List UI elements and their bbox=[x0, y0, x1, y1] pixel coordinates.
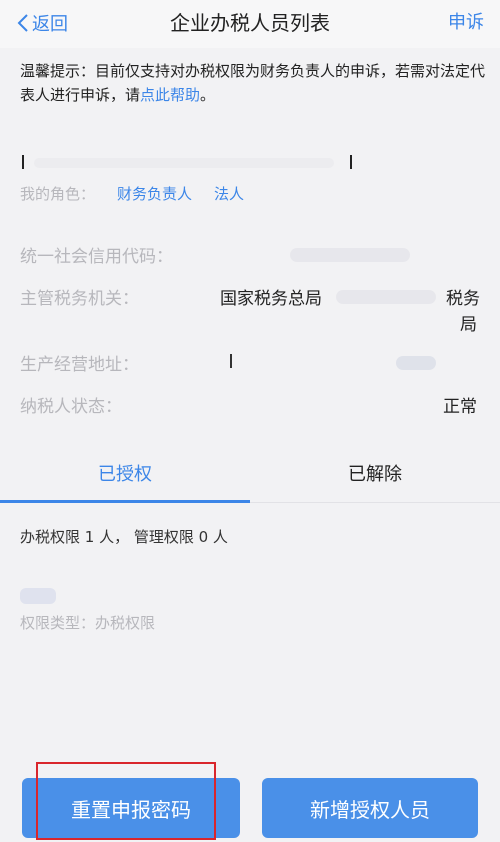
role-row: 我的角色： 财务负责人 法人 bbox=[20, 181, 266, 205]
person-name-redacted[interactable] bbox=[20, 588, 56, 604]
address-redacted bbox=[396, 356, 436, 370]
help-link[interactable]: 点此帮助 bbox=[140, 86, 200, 104]
role-label: 我的角色： bbox=[20, 184, 96, 203]
taxpayer-status-label: 纳税人状态： bbox=[20, 397, 122, 417]
taxpayer-status-value: 正常 bbox=[443, 397, 477, 417]
reset-password-button[interactable]: 重置申报密码 bbox=[22, 778, 240, 838]
notice-text: 温馨提示：目前仅支持对办税权限为财务负责人的申诉，若需对法定代表人进行申诉，请点… bbox=[20, 59, 488, 107]
role-tag-legal: 法人 bbox=[214, 184, 245, 203]
credit-code-redacted bbox=[290, 248, 410, 262]
active-tab-indicator bbox=[0, 500, 250, 503]
tax-authority-suffix-1: 税务 bbox=[446, 289, 480, 309]
permission-type: 权限类型：办税权限 bbox=[20, 614, 156, 632]
page-title: 企业办税人员列表 bbox=[170, 11, 330, 35]
permission-summary: 办税权限 1 人， 管理权限 0 人 bbox=[20, 528, 228, 546]
nav-bar: 返回 企业办税人员列表 申诉 bbox=[0, 0, 500, 48]
credit-code-label: 统一社会信用代码： bbox=[20, 247, 173, 267]
address-label: 生产经营地址： bbox=[20, 355, 139, 375]
role-tag-finance: 财务负责人 bbox=[117, 184, 193, 203]
tax-authority-suffix-2: 局 bbox=[460, 315, 477, 335]
tab-authorized[interactable]: 已授权 bbox=[0, 455, 250, 503]
notice-end: 。 bbox=[200, 86, 216, 104]
tab-revoked[interactable]: 已解除 bbox=[250, 455, 500, 503]
add-authorized-person-button[interactable]: 新增授权人员 bbox=[262, 778, 478, 838]
notice-body: 温馨提示：目前仅支持对办税权限为财务负责人的申诉，若需对法定代表人进行申诉，请 bbox=[20, 62, 486, 104]
company-name-redacted bbox=[20, 153, 352, 171]
tax-authority-label: 主管税务机关： bbox=[20, 289, 139, 309]
tax-authority-redacted bbox=[336, 290, 436, 304]
tab-bar: 已授权 已解除 bbox=[0, 455, 500, 505]
tax-authority-value: 国家税务总局 bbox=[220, 289, 322, 309]
appeal-button[interactable]: 申诉 bbox=[448, 9, 484, 37]
